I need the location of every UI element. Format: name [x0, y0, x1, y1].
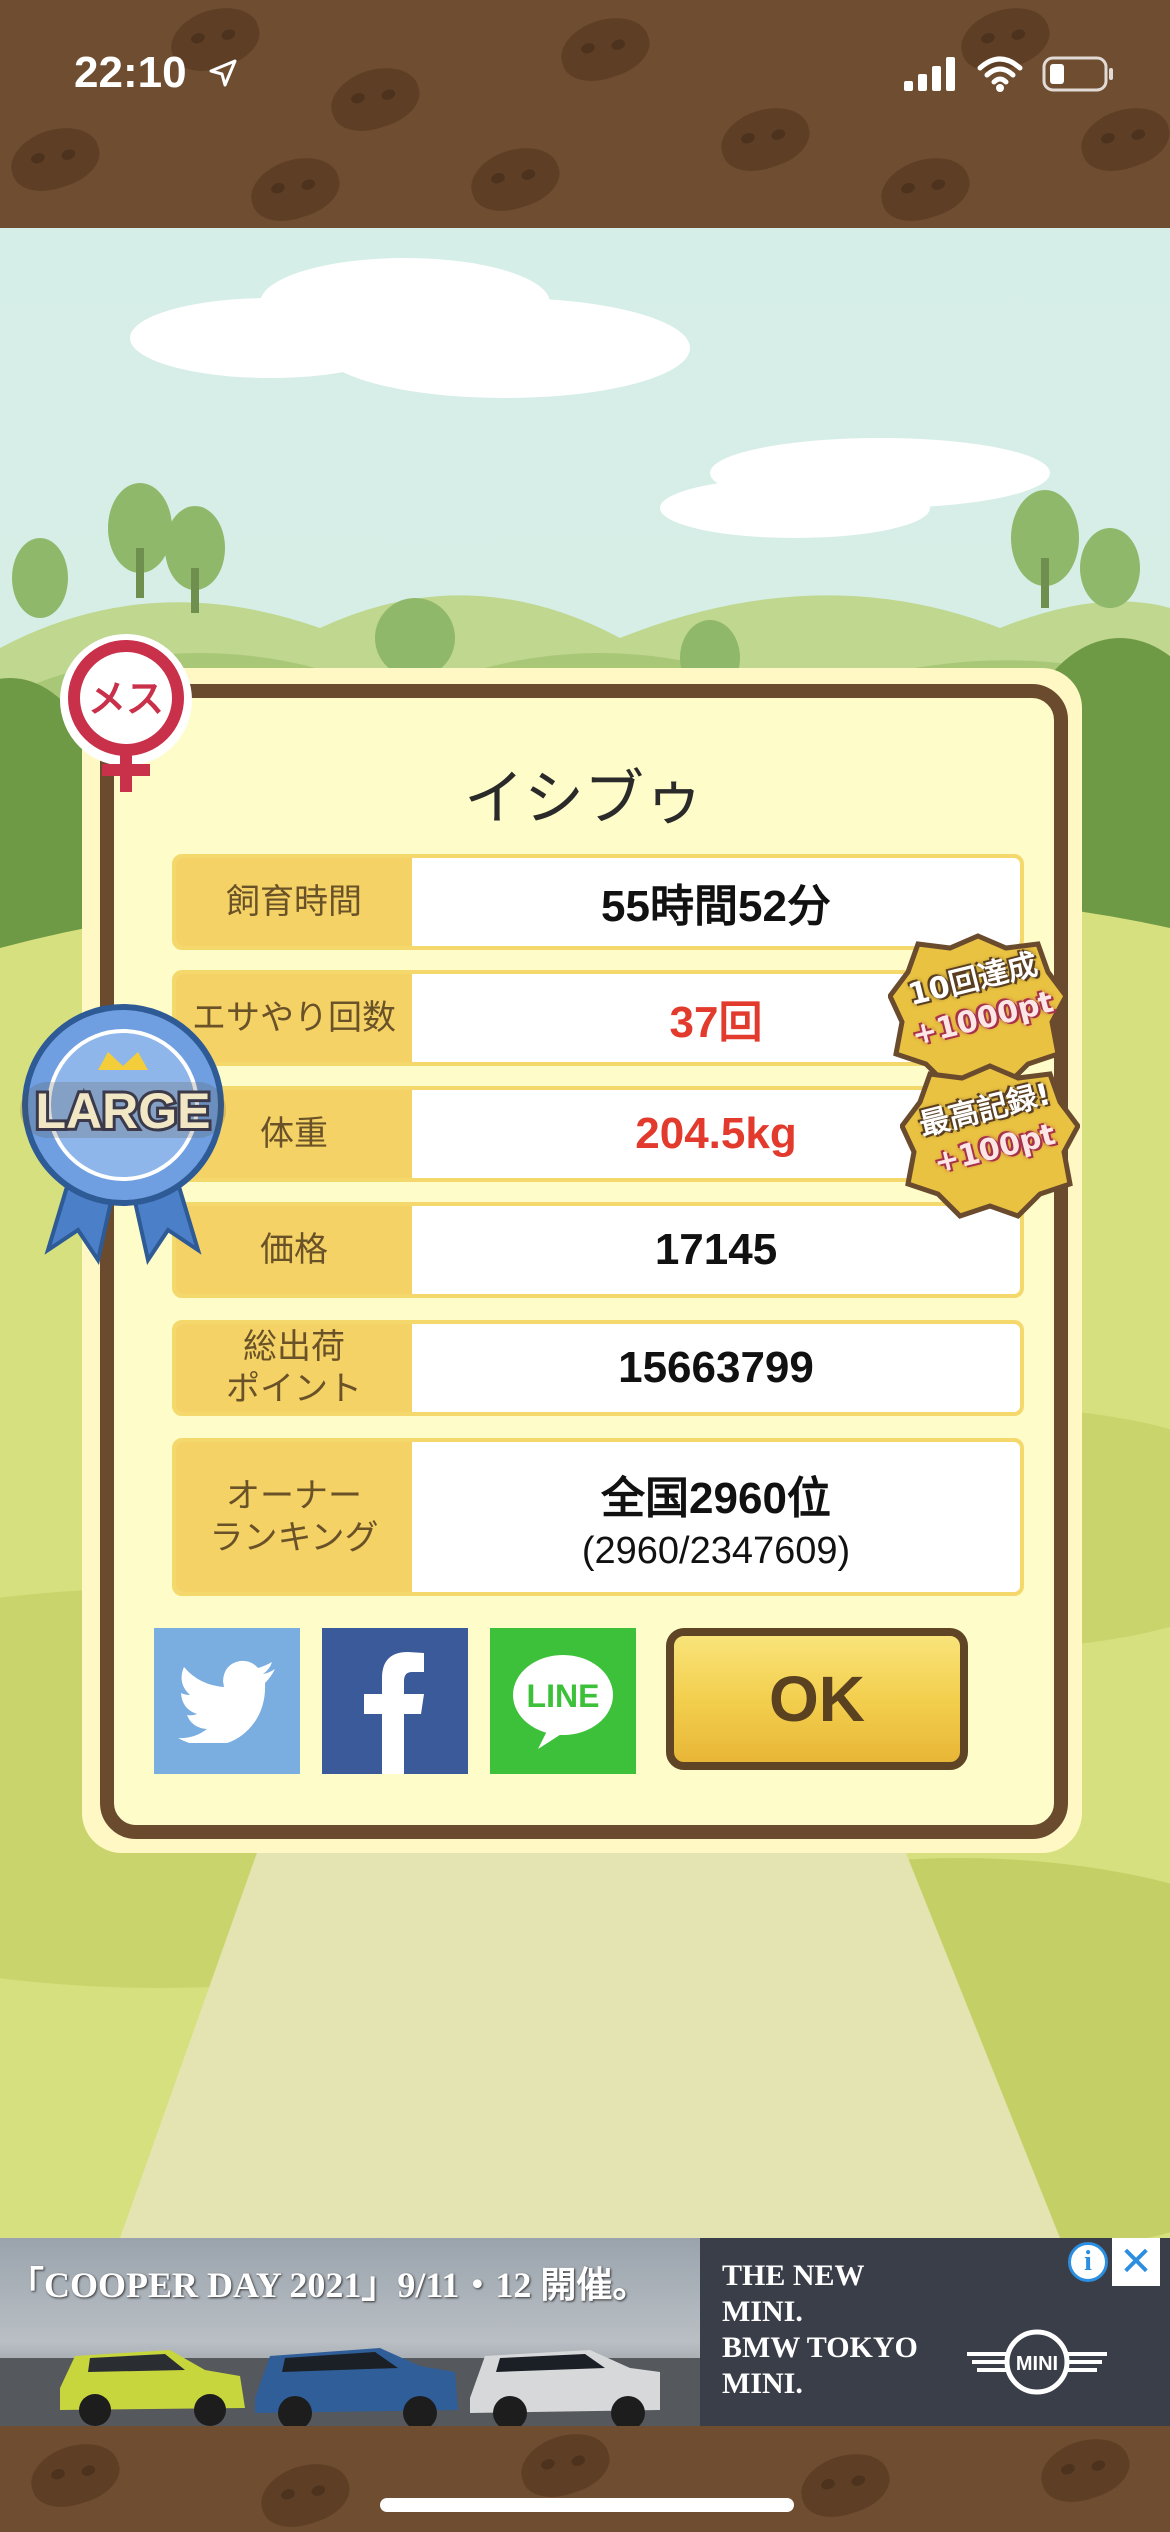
- mini-logo: MINI: [967, 2329, 1107, 2395]
- row-owner-ranking: オーナー ランキング 全国2960位 (2960/2347609): [172, 1438, 1024, 1596]
- facebook-icon: [364, 1652, 424, 1774]
- ad-copy: THE NEW MINI. BMW TOKYO MINI.: [722, 2259, 918, 2400]
- gender-label: メス: [88, 677, 164, 721]
- size-label: LARGE: [36, 1083, 211, 1139]
- twitter-icon: [178, 1660, 275, 1743]
- pet-name: イシブゥ: [464, 764, 704, 834]
- achievement-badge-record: 最高記録! +100pt: [900, 1060, 1080, 1220]
- line-icon: LINE: [513, 1655, 613, 1749]
- ranking-main: 全国2960位: [601, 1473, 831, 1523]
- ad-close-icon[interactable]: ✕: [1112, 2238, 1160, 2286]
- status-bar: 22:10: [0, 0, 1170, 228]
- large-size-ribbon: LARGE: [20, 1004, 226, 1266]
- ok-button[interactable]: OK: [666, 1628, 968, 1770]
- row-value: 全国2960位 (2960/2347609): [412, 1442, 1020, 1592]
- facebook-share-button[interactable]: [322, 1628, 468, 1774]
- bottom-bar: [0, 2426, 1170, 2532]
- row-label: 飼育時間: [176, 858, 412, 946]
- home-indicator[interactable]: [380, 2498, 794, 2512]
- result-dialog: イシブゥ 飼育時間 55時間52分 エサやり回数 37回 体重 204.5kg …: [100, 684, 1068, 1839]
- row-price: 価格 17145: [172, 1202, 1024, 1298]
- row-label: オーナー ランキング: [176, 1442, 412, 1592]
- ad-banner[interactable]: 「COOPER DAY 2021」9/11・12 開催。 THE NEW MIN…: [0, 2238, 1170, 2426]
- location-arrow-icon: [209, 59, 237, 87]
- row-value: 15663799: [618, 1343, 814, 1392]
- battery-icon: [1042, 56, 1113, 92]
- mini-logo-text: MINI: [1016, 2353, 1058, 2375]
- line-share-button[interactable]: LINE: [490, 1628, 636, 1774]
- row-label: 総出荷 ポイント: [176, 1324, 412, 1412]
- ad-title: 「COOPER DAY 2021」9/11・12 開催。: [8, 2265, 649, 2305]
- row-weight: 体重 204.5kg: [172, 1086, 1024, 1182]
- ad-image[interactable]: 「COOPER DAY 2021」9/11・12 開催。: [0, 2238, 700, 2426]
- wifi-icon: [977, 56, 1023, 92]
- svg-text:LINE: LINE: [527, 1678, 600, 1714]
- female-gender-badge: メス: [60, 634, 192, 792]
- row-shipping-points: 総出荷 ポイント 15663799: [172, 1320, 1024, 1416]
- ad-info-icon[interactable]: i: [1068, 2242, 1108, 2282]
- twitter-share-button[interactable]: [154, 1628, 300, 1774]
- signal-icon: [904, 57, 955, 91]
- clock: 22:10: [74, 48, 187, 97]
- ranking-sub: (2960/2347609): [581, 1529, 851, 1572]
